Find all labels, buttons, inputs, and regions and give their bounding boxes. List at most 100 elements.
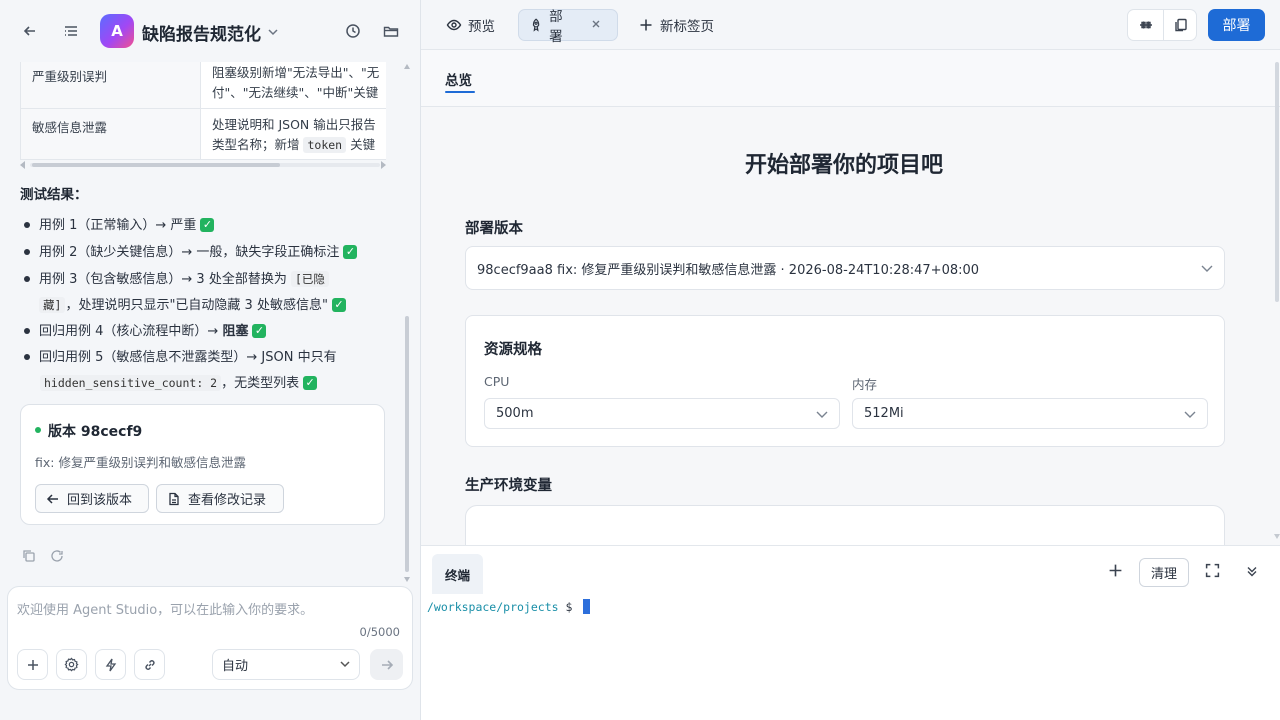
memory-select[interactable]: 512Mi xyxy=(852,398,1208,429)
fullscreen-icon[interactable] xyxy=(1205,563,1221,579)
cpu-select-value: 500m xyxy=(496,406,534,421)
chat-input[interactable]: 欢迎使用 Agent Studio，可以在此输入你的要求。 xyxy=(17,599,313,618)
divider xyxy=(1163,10,1164,40)
add-terminal-icon[interactable] xyxy=(1108,563,1124,579)
history-icon[interactable] xyxy=(340,18,366,44)
plus-icon xyxy=(27,659,38,670)
bullet xyxy=(24,221,30,228)
terminal-toolbar: 终端 清理 xyxy=(421,546,1280,596)
list-item: 回归用例 4（核心流程中断）→ 阻塞 ✓ xyxy=(24,319,267,345)
list-item-text: 回归用例 4（核心流程中断）→ xyxy=(39,324,223,339)
table-row: 敏感信息泄露 处理说明和 JSON 输出只报告 类型名称；新增 token 关键 xyxy=(21,108,386,159)
bullet xyxy=(24,248,30,255)
memory-select-value: 512Mi xyxy=(864,406,904,421)
check-icon: ✓ xyxy=(200,217,215,232)
mode-select[interactable]: 自动 xyxy=(212,649,360,680)
refresh-icon[interactable] xyxy=(50,548,66,564)
tab-label: 预览 xyxy=(468,19,495,35)
sub-navigation: 总览 xyxy=(421,50,1280,107)
list-item-text: ，无类型列表 xyxy=(221,376,300,391)
scrollbar-thumb[interactable] xyxy=(32,163,280,167)
plus-icon xyxy=(640,19,652,31)
close-icon[interactable] xyxy=(591,17,607,33)
list-item-text: 用例 3（包含敏感信息）→ 3 处全部替换为 xyxy=(39,272,291,287)
deploy-button[interactable]: 部署 xyxy=(1208,9,1265,41)
inline-code: [已隐 xyxy=(290,271,329,287)
arrow-left-icon xyxy=(46,493,58,504)
char-count: 0/5000 xyxy=(359,625,400,639)
terminal-prompt[interactable]: /workspace/projects $ xyxy=(427,599,591,615)
list-item: 用例 2（缺少关键信息）→ 一般，缺失字段正确标注 ✓ xyxy=(24,240,358,266)
chevron-down-icon xyxy=(1201,265,1213,272)
link-icon xyxy=(144,659,155,670)
table-row: 严重级别误判 阻塞级别新增"无法导出"、"无 付"、"无法继续"、"中断"关键 xyxy=(21,62,386,108)
tab-overview[interactable]: 总览 xyxy=(445,69,475,93)
inline-code: token xyxy=(303,137,347,153)
scroll-down-icon[interactable] xyxy=(1274,534,1280,539)
link-button[interactable] xyxy=(134,649,165,680)
quick-action-button[interactable] xyxy=(95,649,126,680)
clear-terminal-button[interactable]: 清理 xyxy=(1139,558,1189,587)
back-arrow-icon[interactable] xyxy=(17,18,43,44)
send-button[interactable] xyxy=(370,649,403,680)
list-item-text: 回归用例 5（敏感信息不泄露类型）→ JSON 中只有 xyxy=(39,350,337,365)
list-item: 用例 1（正常输入）→ 严重 ✓ xyxy=(24,213,215,239)
version-section-title: 部署版本 xyxy=(465,221,523,237)
button-label: 查看修改记录 xyxy=(188,493,267,508)
split-view-icon[interactable] xyxy=(1139,18,1153,32)
chat-vertical-scrollbar[interactable] xyxy=(403,62,411,584)
list-item-text: ，处理说明只显示"已自动隐藏 3 处敏感信息" xyxy=(65,298,328,313)
scrollbar-thumb[interactable] xyxy=(405,316,409,572)
cell-text: 处理说明和 JSON 输出只报告 xyxy=(212,117,376,132)
app-window: A 缺陷报告规范化 严重级别误判 阻塞级别新增"无法导出"、"无 付"、"无法继… xyxy=(0,0,1280,720)
list-item-continuation: 藏] ，处理说明只显示"已自动隐藏 3 处敏感信息" ✓ xyxy=(39,292,346,319)
chat-input-box[interactable]: 欢迎使用 Agent Studio，可以在此输入你的要求。 0/5000 自动 xyxy=(7,586,413,690)
scroll-up-icon[interactable] xyxy=(404,64,410,69)
version-select[interactable]: 98cecf9aa8 fix: 修复严重级别误判和敏感信息泄露 · 2026-0… xyxy=(465,246,1225,290)
version-desc: fix: 修复严重级别误判和敏感信息泄露 xyxy=(35,455,246,470)
bullet xyxy=(24,353,30,360)
env-variables-box[interactable] xyxy=(465,505,1225,545)
cell-text: 类型名称；新增 token 关键 xyxy=(212,135,382,155)
copy-icon[interactable] xyxy=(1174,18,1188,32)
settings-button[interactable] xyxy=(56,649,87,680)
copy-icon[interactable] xyxy=(22,548,38,564)
scroll-down-icon[interactable] xyxy=(404,577,410,582)
inline-code: hidden_sensitive_count: 2 xyxy=(40,375,222,391)
tab-deploy[interactable]: 部署 xyxy=(518,9,618,45)
env-section-title: 生产环境变量 xyxy=(465,478,552,494)
rocket-icon xyxy=(532,18,540,32)
bullet xyxy=(24,327,30,334)
chevron-down-icon xyxy=(816,411,828,418)
gear-icon xyxy=(64,657,79,672)
view-toolbar xyxy=(1127,9,1197,41)
terminal-path: /workspace/projects xyxy=(427,600,559,614)
table-horizontal-scrollbar[interactable] xyxy=(20,160,386,170)
add-attachment-button[interactable] xyxy=(17,649,48,680)
content-scrollbar[interactable] xyxy=(1274,58,1280,540)
button-label: 回到该版本 xyxy=(67,493,133,508)
folder-icon[interactable] xyxy=(378,18,404,44)
tab-new[interactable]: 新标签页 xyxy=(628,9,724,41)
list-item-bold: 阻塞 xyxy=(222,324,249,339)
version-select-value: 98cecf9aa8 fix: 修复严重级别误判和敏感信息泄露 · 2026-0… xyxy=(477,262,980,278)
cell-text: 阻塞级别新增"无法导出"、"无 xyxy=(212,65,380,80)
chevron-down-icon xyxy=(340,661,350,668)
scroll-left-icon[interactable] xyxy=(20,161,26,169)
scrollbar-thumb[interactable] xyxy=(1275,62,1279,302)
restore-version-button[interactable]: 回到该版本 xyxy=(35,484,149,513)
tab-preview[interactable]: 预览 xyxy=(436,9,505,41)
chevron-down-icon[interactable] xyxy=(267,23,279,42)
view-changes-button[interactable]: 查看修改记录 xyxy=(156,484,284,513)
cell-text: 类型名称；新增 xyxy=(212,137,304,152)
project-title[interactable]: 缺陷报告规范化 xyxy=(142,20,261,45)
list-icon[interactable] xyxy=(58,18,84,44)
arrow-right-icon xyxy=(381,659,393,670)
scroll-right-icon[interactable] xyxy=(380,161,386,169)
check-icon: ✓ xyxy=(331,297,346,312)
tab-terminal[interactable]: 终端 xyxy=(432,554,483,594)
collapse-panel-icon[interactable] xyxy=(1245,563,1261,579)
cpu-select[interactable]: 500m xyxy=(484,398,840,429)
document-icon xyxy=(169,492,179,505)
chat-header: A 缺陷报告规范化 xyxy=(0,0,420,62)
